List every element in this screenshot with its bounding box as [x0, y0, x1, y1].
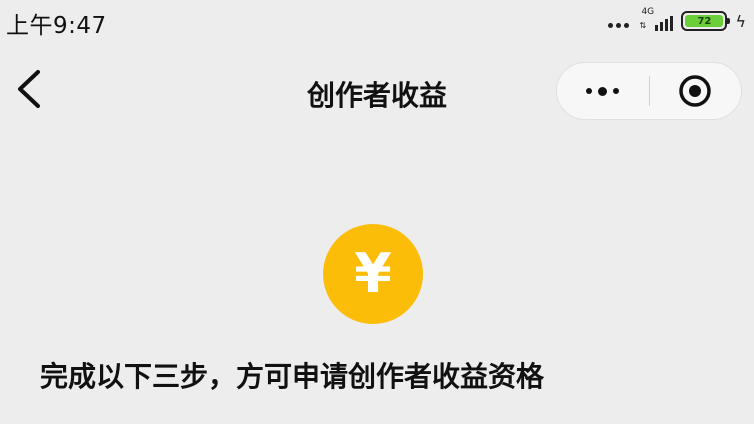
data-arrows-icon: ⇅: [639, 21, 647, 30]
status-bar: 上午9:47 4G ⇅ 72 ϟ: [0, 0, 754, 44]
signal-icon: 4G ⇅: [639, 7, 674, 33]
close-button[interactable]: [650, 62, 742, 120]
more-dots-icon: [586, 88, 593, 94]
charging-bolt-icon: ϟ: [735, 11, 746, 31]
network-type: 4G: [641, 7, 655, 17]
coin-icon: ¥: [323, 224, 423, 324]
target-close-icon: [679, 75, 711, 107]
yuan-symbol: ¥: [354, 242, 392, 305]
battery-icon: 72: [681, 11, 731, 31]
battery-level: 72: [685, 15, 724, 27]
mini-program-capsule: [556, 62, 742, 120]
more-button[interactable]: [557, 62, 649, 120]
screen: 上午9:47 4G ⇅ 72 ϟ 创作者收益 ¥ 完成以下三步，方可申请创作者收…: [0, 0, 754, 424]
status-icons: 4G ⇅ 72 ϟ: [608, 6, 746, 36]
nav-bar: 创作者收益: [0, 54, 754, 126]
notification-dots-icon: [608, 22, 630, 28]
requirements-headline: 完成以下三步，方可申请创作者收益资格: [40, 360, 545, 393]
status-time: 上午9:47: [6, 13, 107, 39]
